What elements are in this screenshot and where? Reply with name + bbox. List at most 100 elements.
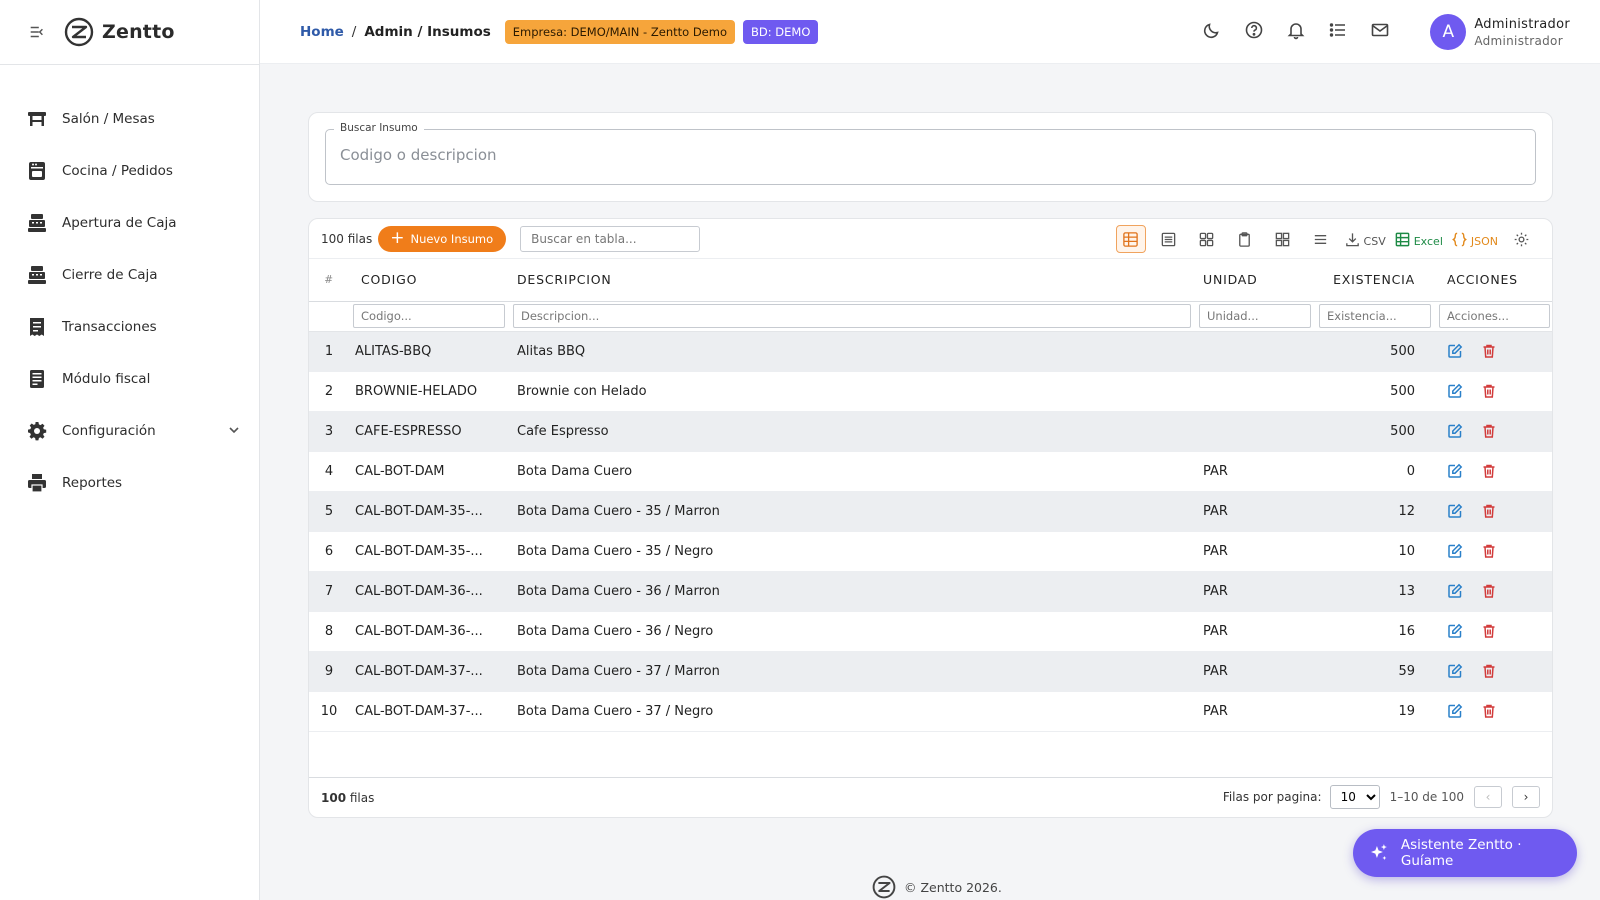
edit-icon[interactable]: [1447, 703, 1463, 719]
table-row[interactable]: 9 CAL-BOT-DAM-37-... Bota Dama Cuero - 37 …: [309, 651, 1552, 692]
sidebar-item-transacciones[interactable]: Transacciones: [0, 301, 259, 353]
column-header-descripcion[interactable]: DESCRIPCION: [509, 259, 1195, 302]
notifications-bell-icon[interactable]: [1286, 20, 1306, 40]
table-row[interactable]: 7 CAL-BOT-DAM-36-... Bota Dama Cuero - 36 …: [309, 571, 1552, 612]
next-page-button[interactable]: ›: [1512, 786, 1540, 808]
new-insumo-button[interactable]: + Nuevo Insumo: [378, 225, 507, 252]
sidebar-item-cierre-caja[interactable]: Cierre de Caja: [0, 249, 259, 301]
table-row[interactable]: 6 CAL-BOT-DAM-35-... Bota Dama Cuero - 35 …: [309, 531, 1552, 572]
delete-trash-icon[interactable]: [1481, 623, 1497, 639]
row-index: 4: [309, 451, 349, 492]
export-csv-button[interactable]: CSV: [1344, 225, 1386, 253]
sidebar-item-reportes[interactable]: Reportes: [0, 457, 259, 509]
sidebar-item-apertura-caja[interactable]: Apertura de Caja: [0, 197, 259, 249]
delete-trash-icon[interactable]: [1481, 503, 1497, 519]
edit-icon[interactable]: [1447, 423, 1463, 439]
pagination-range: 1–10 de 100: [1389, 790, 1464, 804]
collapse-menu-icon[interactable]: [28, 23, 46, 41]
cell-existencia: 0: [1315, 451, 1435, 492]
list-view-button[interactable]: [1154, 225, 1184, 253]
assistant-label: Asistente Zentto · Guíame: [1400, 837, 1522, 869]
edit-icon[interactable]: [1447, 543, 1463, 559]
delete-trash-icon[interactable]: [1481, 423, 1497, 439]
table-row[interactable]: 2 BROWNIE-HELADO Brownie con Helado 500: [309, 371, 1552, 412]
table-row[interactable]: 10 CAL-BOT-DAM-37-... Bota Dama Cuero - 37…: [309, 691, 1552, 732]
footer-row-count: 100 filas: [321, 791, 374, 805]
export-excel-button[interactable]: Excel: [1394, 225, 1443, 253]
chevron-down-icon[interactable]: [227, 423, 241, 437]
filter-cell-codigo: [349, 301, 509, 332]
search-input[interactable]: [340, 146, 1520, 164]
edit-icon[interactable]: [1447, 663, 1463, 679]
filter-cell-existencia: [1315, 301, 1435, 332]
dark-mode-moon-icon[interactable]: [1202, 20, 1222, 40]
column-header-unidad[interactable]: UNIDAD: [1195, 259, 1315, 302]
table-row[interactable]: 8 CAL-BOT-DAM-36-... Bota Dama Cuero - 36 …: [309, 611, 1552, 652]
delete-trash-icon[interactable]: [1481, 463, 1497, 479]
grid-icon: [1275, 232, 1290, 246]
filter-descripcion-input[interactable]: [513, 304, 1191, 328]
table-view-button[interactable]: [1115, 225, 1146, 253]
delete-trash-icon[interactable]: [1481, 343, 1497, 359]
delete-trash-icon[interactable]: [1481, 383, 1497, 399]
column-header-existencia[interactable]: EXISTENCIA: [1315, 259, 1435, 302]
cell-unidad: [1195, 331, 1315, 372]
receipt-icon: [26, 316, 48, 338]
column-header-codigo[interactable]: CODIGO: [349, 259, 509, 302]
delete-trash-icon[interactable]: [1481, 583, 1497, 599]
table-row[interactable]: 1 ALITAS-BBQ Alitas BBQ 500: [309, 331, 1552, 372]
previous-page-button[interactable]: ‹: [1474, 786, 1502, 808]
card-view-button[interactable]: [1192, 225, 1222, 253]
search-card: Buscar Insumo: [308, 112, 1553, 202]
grid-settings-button[interactable]: [1506, 225, 1536, 253]
sidebar-item-modulo-fiscal[interactable]: Módulo fiscal: [0, 353, 259, 405]
edit-icon[interactable]: [1447, 383, 1463, 399]
cell-acciones: [1435, 611, 1552, 652]
edit-icon[interactable]: [1447, 583, 1463, 599]
edit-icon[interactable]: [1447, 623, 1463, 639]
app-logo[interactable]: Zentto: [64, 17, 175, 47]
app-name: Zentto: [102, 21, 175, 43]
breadcrumb: Home / Admin / Insumos: [300, 24, 491, 40]
cell-acciones: [1435, 411, 1552, 452]
cell-descripcion: Bota Dama Cuero - 35 / Marron: [509, 491, 1195, 532]
search-field: Buscar Insumo: [325, 122, 1536, 185]
mail-icon[interactable]: [1370, 20, 1390, 40]
breadcrumb-home-link[interactable]: Home: [300, 24, 344, 40]
grid-density-button[interactable]: [1268, 225, 1298, 253]
rows-per-page-select[interactable]: 10: [1329, 785, 1380, 809]
filter-unidad-input[interactable]: [1199, 304, 1311, 328]
sidebar-item-salon[interactable]: Salón / Mesas: [0, 93, 259, 145]
assistant-button[interactable]: Asistente Zentto · Guíame: [1353, 829, 1577, 877]
table-row[interactable]: 3 CAFE-ESPRESSO Cafe Espresso 500: [309, 411, 1552, 452]
sidebar-item-cocina[interactable]: Cocina / Pedidos: [0, 145, 259, 197]
sidebar-item-label: Reportes: [62, 475, 123, 491]
filter-codigo-input[interactable]: [353, 304, 505, 328]
table-row[interactable]: 5 CAL-BOT-DAM-35-... Bota Dama Cuero - 35 …: [309, 491, 1552, 532]
row-density-button[interactable]: [1306, 225, 1336, 253]
clipboard-button[interactable]: [1230, 225, 1260, 253]
export-json-label: JSON: [1470, 235, 1498, 248]
braces-icon: [1451, 232, 1467, 246]
sidebar-item-configuracion[interactable]: Configuración: [0, 405, 259, 457]
edit-icon[interactable]: [1447, 503, 1463, 519]
delete-trash-icon[interactable]: [1481, 703, 1497, 719]
filter-acciones-input[interactable]: [1439, 304, 1550, 328]
user-menu[interactable]: A Administrador Administrador: [1430, 14, 1570, 50]
lines-icon: [1314, 234, 1327, 244]
task-list-icon[interactable]: [1328, 20, 1348, 40]
cell-acciones: [1435, 571, 1552, 612]
table-search-input[interactable]: [520, 225, 701, 252]
row-index: 1: [309, 331, 349, 372]
edit-icon[interactable]: [1447, 343, 1463, 359]
export-json-button[interactable]: JSON: [1451, 225, 1498, 253]
cell-existencia: 12: [1315, 491, 1435, 532]
help-icon[interactable]: [1244, 20, 1264, 40]
filter-existencia-input[interactable]: [1319, 304, 1431, 328]
table-row[interactable]: 4 CAL-BOT-DAM Bota Dama Cuero PAR 0: [309, 451, 1552, 492]
sidebar-header: Zentto: [0, 0, 259, 65]
delete-trash-icon[interactable]: [1481, 543, 1497, 559]
delete-trash-icon[interactable]: [1481, 663, 1497, 679]
edit-icon[interactable]: [1447, 463, 1463, 479]
sidebar-item-label: Apertura de Caja: [62, 215, 177, 231]
